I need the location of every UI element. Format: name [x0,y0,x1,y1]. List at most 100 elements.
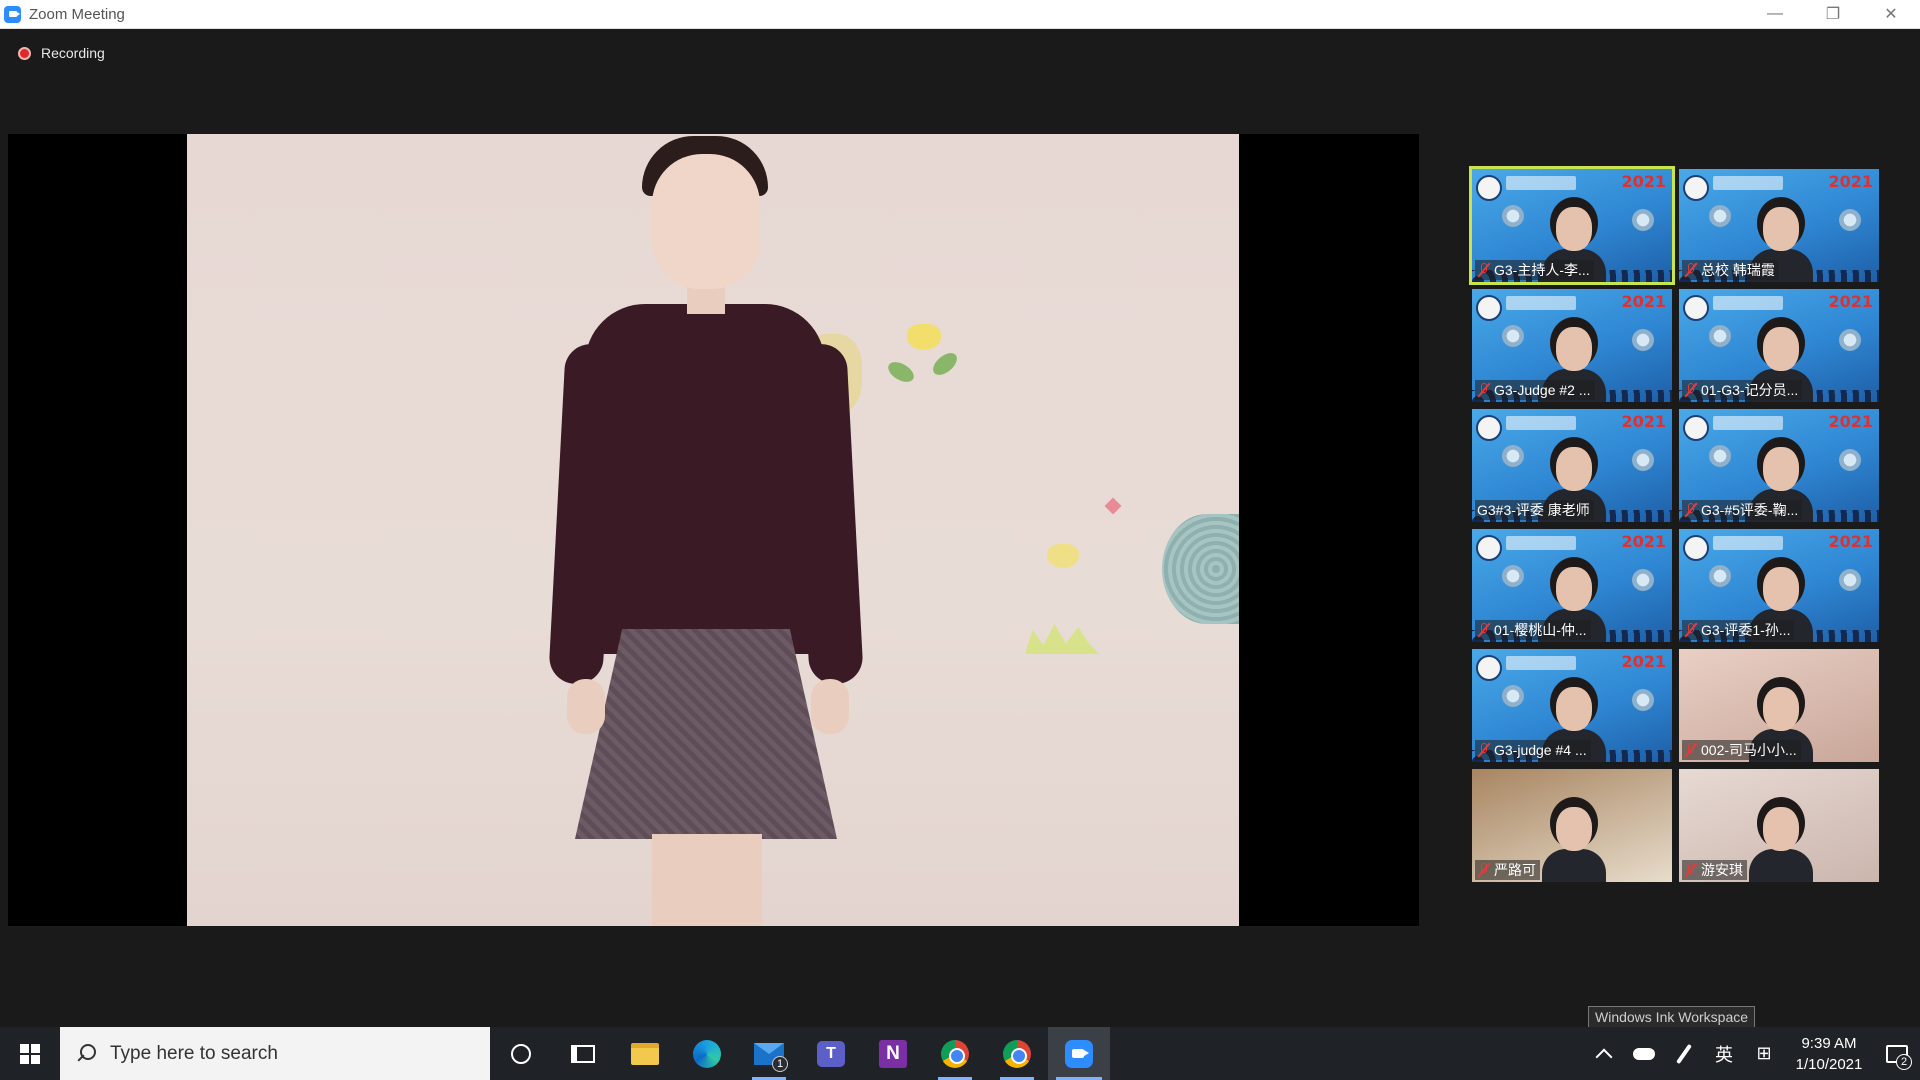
windows-logo-icon [20,1043,40,1064]
recording-label: Recording [41,45,105,61]
speaker-face [652,154,760,289]
show-hidden-icons-button[interactable] [1584,1027,1624,1080]
participant-name-label: 01-樱桃山-仲... [1475,620,1591,640]
mic-muted-icon [1684,382,1698,398]
school-banner [1506,296,1576,310]
recording-indicator[interactable]: Recording [18,45,105,61]
microphone-graphic-icon [1502,565,1524,587]
windows-ink-button[interactable] [1664,1027,1704,1080]
ime-mode-button[interactable]: ⊞ [1744,1027,1784,1080]
microphone-graphic-icon [1502,445,1524,467]
start-button[interactable] [0,1027,60,1080]
participant-name-label: G3-Judge #2 ... [1475,380,1595,400]
action-center-button[interactable]: 2 [1874,1027,1920,1080]
participant-name: G3-#5评委-鞠... [1701,502,1799,518]
participant-tile[interactable]: 2021 G3-主持人-李... [1469,166,1675,285]
wall-decal-heart [1104,497,1122,515]
microphone-graphic-icon [1632,689,1654,711]
cortana-icon [511,1043,531,1064]
mic-muted-icon [1684,502,1698,518]
meeting-area: Recording 2021 G3-主持人-李... 2021 总校 韩瑞霞 2021 G… [0,29,1920,1027]
participant-tile[interactable]: 2021 G3-#5评委-鞠... [1679,409,1879,522]
mic-muted-icon [1684,862,1698,878]
participant-tile[interactable]: 2021 G3-评委1-孙... [1679,529,1879,642]
restore-button[interactable]: ❐ [1804,0,1862,29]
participant-name: G3-judge #4 ... [1494,742,1587,758]
clock-date: 1/10/2021 [1795,1055,1863,1073]
window-controls: — ❐ ✕ [1746,0,1920,29]
mic-muted-icon [1477,862,1491,878]
microphone-graphic-icon [1632,449,1654,471]
chrome-icon [1003,1039,1031,1068]
mail-button[interactable]: 1 [738,1027,800,1080]
participant-name-label: 002-司马小小... [1682,740,1801,760]
tile-year-label: 2021 [1621,412,1666,431]
tile-year-label: 2021 [1828,292,1873,311]
speaker-sweater [585,304,825,654]
participant-tile[interactable]: 2021 总校 韩瑞霞 [1679,169,1879,282]
ime-language-button[interactable]: 英 [1704,1027,1744,1080]
notification-count: 2 [1896,1054,1912,1070]
taskbar-search-box[interactable]: Type here to search [60,1027,490,1080]
edge-icon [693,1039,721,1068]
participant-name-label: G3#3-评委 康老师 [1475,500,1594,520]
participant-tile[interactable]: 2021 G3#3-评委 康老师 [1472,409,1672,522]
speaker-legs [652,834,762,926]
participant-tile[interactable]: 2021 G3-judge #4 ... [1472,649,1672,762]
active-speaker-video[interactable] [8,134,1419,926]
participant-tile[interactable]: 游安琪 [1679,769,1879,882]
school-logo-icon [1683,415,1709,441]
tile-year-label: 2021 [1828,172,1873,191]
speaker-hand [811,679,849,734]
chrome-button[interactable] [924,1027,986,1080]
participant-tile[interactable]: 002-司马小小... [1679,649,1879,762]
school-logo-icon [1476,415,1502,441]
mic-muted-icon [1684,262,1698,278]
cloud-icon [1633,1047,1655,1060]
participant-tile[interactable]: 2021 01-樱桃山-仲... [1472,529,1672,642]
participant-name-label: G3-judge #4 ... [1475,740,1591,760]
school-banner [1713,296,1783,310]
microphone-graphic-icon [1709,445,1731,467]
clock-time: 9:39 AM [1801,1034,1857,1052]
tile-year-label: 2021 [1621,292,1666,311]
microphone-graphic-icon [1502,325,1524,347]
close-button[interactable]: ✕ [1862,0,1920,29]
participant-name: 严路可 [1494,862,1536,878]
wall-decal-leaf [929,348,961,380]
school-banner [1713,176,1783,190]
wall-decal-flower [907,324,941,350]
microphone-graphic-icon [1502,205,1524,227]
taskbar-clock[interactable]: 9:39 AM 1/10/2021 [1784,1033,1874,1075]
mic-muted-icon [1477,382,1491,398]
school-logo-icon [1476,535,1502,561]
chrome-profile-button[interactable] [986,1027,1048,1080]
participant-name: G3-主持人-李... [1494,262,1590,278]
school-logo-icon [1476,295,1502,321]
onenote-button[interactable]: N [862,1027,924,1080]
participant-name: G3#3-评委 康老师 [1477,502,1590,518]
participant-tile[interactable]: 严路可 [1472,769,1672,882]
onedrive-button[interactable] [1624,1027,1664,1080]
participant-name: 01-樱桃山-仲... [1494,622,1587,638]
window-title: Zoom Meeting [29,5,125,23]
participant-name-label: 总校 韩瑞霞 [1682,260,1779,280]
microphone-graphic-icon [1839,329,1861,351]
participant-tile[interactable]: 2021 G3-Judge #2 ... [1472,289,1672,402]
cortana-button[interactable] [490,1027,552,1080]
teams-button[interactable]: T [800,1027,862,1080]
zoom-taskbar-button[interactable] [1048,1027,1110,1080]
participant-name-label: 游安琪 [1682,860,1747,880]
task-view-button[interactable] [552,1027,614,1080]
participant-name-label: 01-G3-记分员... [1682,380,1803,400]
microphone-graphic-icon [1839,449,1861,471]
participant-tile[interactable]: 2021 01-G3-记分员... [1679,289,1879,402]
chrome-icon [941,1039,969,1068]
microphone-graphic-icon [1632,209,1654,231]
edge-button[interactable] [676,1027,738,1080]
window-titlebar: Zoom Meeting — ❐ ✕ [0,0,1920,29]
participant-name-label: 严路可 [1475,860,1540,880]
microphone-graphic-icon [1839,209,1861,231]
minimize-button[interactable]: — [1746,0,1804,29]
file-explorer-button[interactable] [614,1027,676,1080]
